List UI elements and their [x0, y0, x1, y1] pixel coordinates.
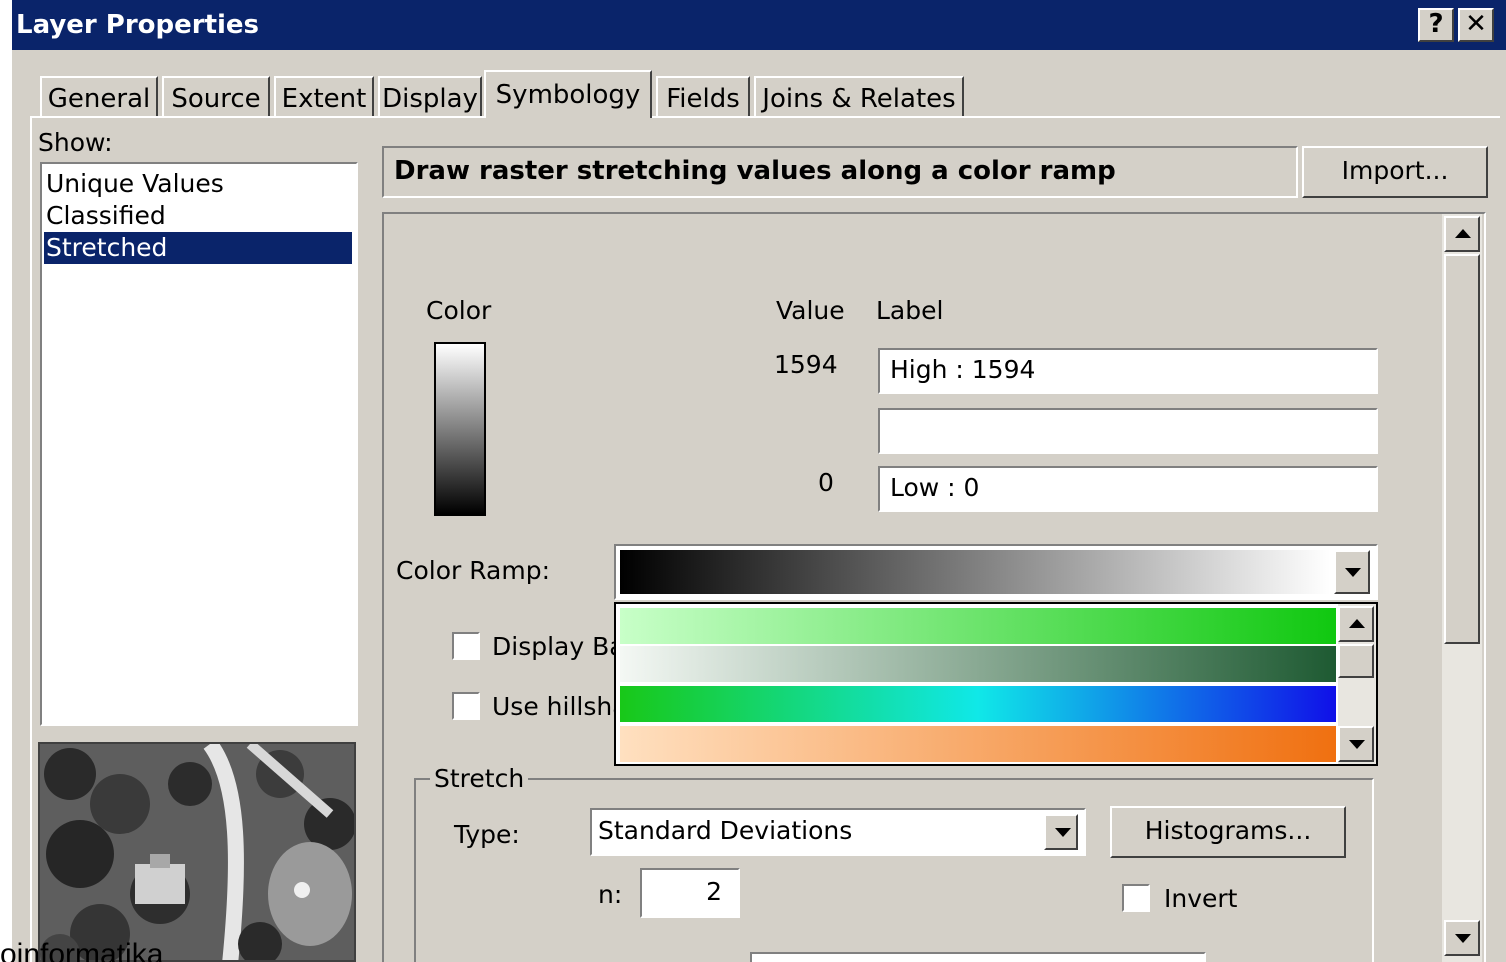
invert-checkbox[interactable] — [1122, 884, 1150, 912]
n-label: n: — [598, 880, 623, 909]
tab-general[interactable]: General — [40, 76, 158, 118]
arrow-down-icon — [1349, 740, 1365, 749]
scroll-thumb[interactable] — [1444, 254, 1480, 644]
scroll-up-button[interactable] — [1444, 216, 1480, 252]
label-column-header: Label — [876, 296, 944, 325]
dropdown-scrollbar[interactable] — [1338, 604, 1376, 764]
high-label-input[interactable]: High : 1594 — [878, 348, 1378, 394]
aerial-photo-preview — [40, 744, 354, 960]
color-ramp-dropdown-list — [614, 602, 1378, 766]
tab-fields[interactable]: Fields — [656, 76, 750, 118]
list-item-stretched[interactable]: Stretched — [44, 232, 352, 264]
list-item-classified[interactable]: Classified — [44, 200, 352, 232]
help-button[interactable]: ? — [1418, 8, 1454, 42]
import-button[interactable]: Import... — [1302, 146, 1488, 198]
use-hillshade-label: Use hillsha — [492, 692, 628, 721]
value-column-header: Value — [776, 296, 845, 325]
stretch-group-label: Stretch — [430, 764, 529, 793]
use-hillshade-checkbox[interactable] — [452, 692, 480, 720]
stretch-type-select[interactable]: Standard Deviations — [590, 808, 1086, 856]
invert-label: Invert — [1164, 884, 1238, 913]
show-list: Unique Values Classified Stretched — [40, 162, 358, 726]
watermark-text: oinformatika — [0, 938, 164, 962]
partial-field[interactable] — [750, 952, 1206, 962]
window-title: Layer Properties — [16, 10, 260, 40]
tab-joins-relates[interactable]: Joins & Relates — [754, 76, 964, 118]
scroll-down-button[interactable] — [1444, 920, 1480, 956]
chevron-down-icon — [1345, 568, 1361, 577]
raster-preview-image — [38, 742, 356, 962]
title-bar: Layer Properties ? ✕ — [12, 0, 1506, 50]
renderer-description-box: Draw raster stretching values along a co… — [382, 146, 1298, 198]
color-ramp-dropdown-button[interactable] — [1334, 550, 1370, 594]
high-value: 1594 — [774, 350, 838, 379]
dropdown-scroll-down-button[interactable] — [1338, 726, 1374, 762]
arrow-up-icon — [1349, 619, 1365, 628]
selected-color-ramp — [620, 550, 1330, 594]
color-ramp-option-green[interactable] — [620, 608, 1336, 644]
low-value: 0 — [818, 468, 834, 497]
stretch-type-dropdown-button[interactable] — [1044, 814, 1078, 850]
color-column-header: Color — [426, 296, 492, 325]
close-button[interactable]: ✕ — [1458, 8, 1494, 42]
chevron-down-icon — [1055, 828, 1071, 837]
display-background-label: Display Ba — [492, 632, 625, 661]
panel-scrollbar[interactable] — [1442, 214, 1482, 962]
color-ramp-option-dark-green[interactable] — [620, 646, 1336, 682]
stretch-type-value: Standard Deviations — [598, 816, 853, 845]
stretch-type-label: Type: — [454, 820, 520, 849]
renderer-description: Draw raster stretching values along a co… — [394, 156, 1116, 186]
dropdown-scroll-thumb[interactable] — [1338, 644, 1374, 678]
color-ramp-option-green-cyan-blue[interactable] — [620, 686, 1336, 722]
display-background-checkbox[interactable] — [452, 632, 480, 660]
low-label-input[interactable]: Low : 0 — [878, 466, 1378, 512]
stretch-settings-panel: Color Value Label 1594 High : 1594 0 Low… — [382, 212, 1486, 962]
dropdown-scroll-up-button[interactable] — [1338, 606, 1374, 642]
arrow-up-icon — [1455, 229, 1471, 238]
color-ramp-combobox[interactable] — [614, 544, 1378, 600]
show-label: Show: — [38, 128, 113, 157]
mid-label-input[interactable] — [878, 408, 1378, 454]
tab-extent[interactable]: Extent — [274, 76, 374, 118]
histograms-button[interactable]: Histograms... — [1110, 806, 1346, 858]
tab-display[interactable]: Display — [378, 76, 482, 118]
color-ramp-label: Color Ramp: — [396, 556, 551, 585]
arrow-down-icon — [1455, 934, 1471, 943]
tab-source[interactable]: Source — [162, 76, 270, 118]
color-ramp-option-orange[interactable] — [620, 726, 1336, 762]
list-item-unique-values[interactable]: Unique Values — [44, 168, 352, 200]
tab-symbology[interactable]: Symbology — [484, 70, 652, 118]
n-input[interactable]: 2 — [640, 868, 740, 918]
stretch-color-swatch[interactable] — [434, 342, 486, 516]
